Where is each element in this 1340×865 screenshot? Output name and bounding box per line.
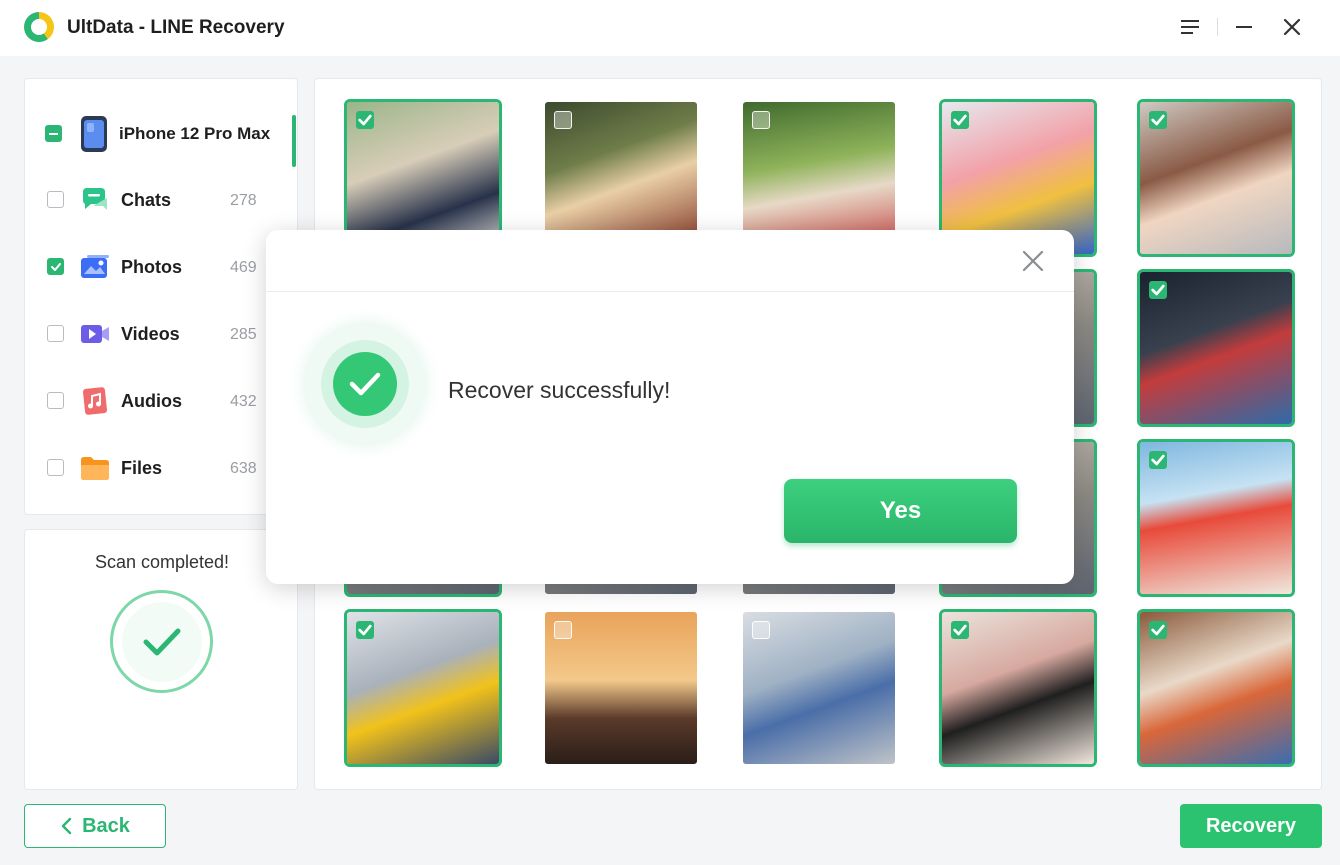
recovery-label: Recovery bbox=[1205, 814, 1297, 837]
sidebar-item-label: Audios bbox=[121, 391, 182, 411]
device-name: iPhone 12 Pro Max bbox=[119, 124, 271, 143]
files-checkbox[interactable] bbox=[47, 459, 64, 476]
photo-checkbox[interactable] bbox=[1149, 111, 1167, 129]
app-logo-icon bbox=[24, 12, 54, 42]
sidebar-item-count: 432 bbox=[230, 393, 257, 410]
photos-icon bbox=[79, 251, 111, 283]
photo-checkbox[interactable] bbox=[356, 621, 374, 639]
photo-thumbnail[interactable] bbox=[542, 609, 700, 767]
dialog-divider bbox=[266, 291, 1074, 292]
scan-status-text: Scan completed! bbox=[94, 552, 230, 572]
sidebar-item-label: Files bbox=[121, 458, 163, 478]
scan-status-panel: Scan completed! bbox=[24, 529, 298, 790]
photo-checkbox[interactable] bbox=[951, 111, 969, 129]
sidebar-item-count: 285 bbox=[230, 326, 257, 343]
photo-thumbnail[interactable] bbox=[939, 609, 1097, 767]
photo-thumbnail[interactable] bbox=[740, 609, 898, 767]
device-checkbox[interactable] bbox=[45, 125, 62, 142]
yes-label: Yes bbox=[879, 497, 922, 524]
close-icon[interactable] bbox=[1277, 12, 1307, 42]
success-check-icon bbox=[306, 325, 424, 443]
photo-checkbox[interactable] bbox=[356, 111, 374, 129]
iphone-icon bbox=[81, 116, 107, 152]
photo-thumbnail[interactable] bbox=[1137, 99, 1295, 257]
app-title: UltData - LINE Recovery bbox=[67, 17, 285, 38]
chats-checkbox[interactable] bbox=[47, 191, 64, 208]
recovery-button[interactable]: Recovery bbox=[1180, 804, 1322, 848]
menu-icon[interactable] bbox=[1175, 12, 1205, 42]
photo-checkbox[interactable] bbox=[1149, 281, 1167, 299]
sidebar-item-photos[interactable]: Photos 469 bbox=[25, 247, 299, 287]
photo-checkbox[interactable] bbox=[554, 621, 572, 639]
photo-checkbox[interactable] bbox=[1149, 451, 1167, 469]
photo-checkbox[interactable] bbox=[752, 621, 770, 639]
sidebar-item-chats[interactable]: Chats 278 bbox=[25, 180, 299, 220]
sidebar-item-files[interactable]: Files 638 bbox=[25, 448, 299, 488]
photo-checkbox[interactable] bbox=[1149, 621, 1167, 639]
sidebar-item-label: Chats bbox=[121, 190, 172, 210]
photo-checkbox[interactable] bbox=[752, 111, 770, 129]
success-dialog: Recover successfully! Yes bbox=[266, 230, 1074, 584]
yes-button[interactable]: Yes bbox=[784, 479, 1017, 543]
sidebar-scrollbar[interactable] bbox=[292, 115, 296, 167]
chats-icon bbox=[79, 184, 111, 216]
title-bar: UltData - LINE Recovery bbox=[0, 0, 1340, 56]
videos-icon bbox=[79, 318, 111, 350]
sidebar-item-audios[interactable]: Audios 432 bbox=[25, 381, 299, 421]
audios-checkbox[interactable] bbox=[47, 392, 64, 409]
back-label: Back bbox=[82, 814, 130, 837]
minimize-icon[interactable] bbox=[1229, 12, 1259, 42]
photo-thumbnail[interactable] bbox=[344, 609, 502, 767]
dialog-close-icon[interactable] bbox=[1018, 246, 1048, 276]
sidebar-item-count: 469 bbox=[230, 259, 257, 276]
sidebar-item-count: 278 bbox=[230, 192, 257, 209]
chevron-left-icon bbox=[61, 817, 72, 835]
dialog-message: Recover successfully! bbox=[448, 377, 671, 403]
sidebar-item-videos[interactable]: Videos 285 bbox=[25, 314, 299, 354]
device-row[interactable]: iPhone 12 Pro Max bbox=[25, 99, 299, 169]
photo-thumbnail[interactable] bbox=[1137, 609, 1295, 767]
sidebar-item-count: 638 bbox=[230, 460, 257, 477]
videos-checkbox[interactable] bbox=[47, 325, 64, 342]
sidebar-item-label: Videos bbox=[121, 324, 180, 344]
scan-complete-icon bbox=[110, 590, 213, 693]
photo-thumbnail[interactable] bbox=[1137, 269, 1295, 427]
back-button[interactable]: Back bbox=[24, 804, 166, 848]
files-icon bbox=[79, 452, 111, 484]
photo-thumbnail[interactable] bbox=[1137, 439, 1295, 597]
photos-checkbox[interactable] bbox=[47, 258, 64, 275]
photo-checkbox[interactable] bbox=[951, 621, 969, 639]
photo-checkbox[interactable] bbox=[554, 111, 572, 129]
titlebar-divider bbox=[1217, 18, 1218, 36]
sidebar-item-label: Photos bbox=[121, 257, 182, 277]
audios-icon bbox=[79, 385, 111, 417]
category-panel: iPhone 12 Pro Max Chats 278 Photos 469 Video… bbox=[24, 78, 298, 515]
